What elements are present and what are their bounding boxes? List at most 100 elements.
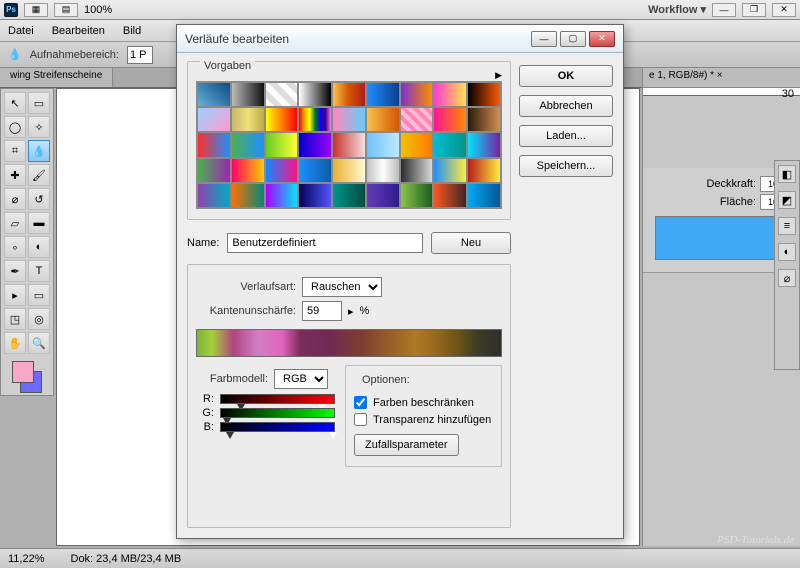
eyedropper-tool[interactable]: 💧: [28, 140, 50, 162]
gradient-preset[interactable]: [400, 158, 434, 183]
pen-tool[interactable]: ✒: [4, 260, 26, 282]
gradient-preset[interactable]: [433, 82, 467, 107]
gradient-preset[interactable]: [298, 183, 332, 208]
color-swatches[interactable]: [3, 361, 51, 393]
gradient-preset[interactable]: [400, 132, 434, 157]
r-slider[interactable]: [220, 394, 335, 404]
gradient-preset[interactable]: [400, 183, 434, 208]
g-slider[interactable]: [220, 408, 335, 418]
dodge-tool[interactable]: ◐: [28, 236, 50, 258]
gradient-preset[interactable]: [332, 82, 366, 107]
gradient-preset[interactable]: [298, 158, 332, 183]
restrict-colors-label[interactable]: Farben beschränken: [373, 397, 474, 409]
ok-button[interactable]: OK: [519, 65, 613, 87]
panel-icon[interactable]: ◐: [778, 243, 796, 261]
gradient-preset[interactable]: [197, 132, 231, 157]
gradient-preset[interactable]: [332, 158, 366, 183]
shape-tool[interactable]: ▭: [28, 284, 50, 306]
gradient-preset[interactable]: [231, 82, 265, 107]
gradient-preset[interactable]: [467, 82, 501, 107]
stamp-tool[interactable]: ⌀: [4, 188, 26, 210]
gradient-preset[interactable]: [231, 132, 265, 157]
gradient-preview[interactable]: [196, 329, 502, 357]
eraser-tool[interactable]: ▱: [4, 212, 26, 234]
color-model-select[interactable]: RGB: [274, 369, 328, 389]
add-transparency-checkbox[interactable]: [354, 413, 367, 426]
foreground-swatch[interactable]: [12, 361, 34, 383]
zoom-tool[interactable]: 🔍: [28, 332, 50, 354]
roughness-input[interactable]: [302, 301, 342, 321]
gradient-preset[interactable]: [265, 132, 299, 157]
heal-tool[interactable]: ✚: [4, 164, 26, 186]
gradient-preset[interactable]: [298, 107, 332, 132]
panel-icon[interactable]: ◩: [778, 191, 796, 209]
layer-thumbnail[interactable]: [655, 216, 788, 260]
gradient-preset[interactable]: [467, 107, 501, 132]
3d-tool[interactable]: ◳: [4, 308, 26, 330]
gradient-preset[interactable]: [366, 132, 400, 157]
hand-tool[interactable]: ✋: [4, 332, 26, 354]
move-tool[interactable]: ↖: [4, 92, 26, 114]
add-transparency-label[interactable]: Transparenz hinzufügen: [373, 414, 491, 426]
gradient-preset[interactable]: [366, 158, 400, 183]
gradient-preset[interactable]: [467, 183, 501, 208]
gradient-preset[interactable]: [265, 183, 299, 208]
sample-size-input[interactable]: [127, 46, 153, 64]
blur-tool[interactable]: ∘: [4, 236, 26, 258]
close-button[interactable]: ✕: [589, 31, 615, 47]
minimize-button[interactable]: —: [531, 31, 557, 47]
menu-bild[interactable]: Bild: [123, 25, 141, 37]
save-button[interactable]: Speichern...: [519, 155, 613, 177]
document-tab[interactable]: wing Streifenscheine: [0, 68, 113, 87]
gradient-preset[interactable]: [467, 132, 501, 157]
gradient-preset[interactable]: [197, 183, 231, 208]
menu-bearbeiten[interactable]: Bearbeiten: [52, 25, 105, 37]
gradient-preset[interactable]: [265, 107, 299, 132]
cancel-button[interactable]: Abbrechen: [519, 95, 613, 117]
path-select-tool[interactable]: ▸: [4, 284, 26, 306]
randomize-button[interactable]: Zufallsparameter: [354, 434, 459, 456]
gradient-preset[interactable]: [332, 132, 366, 157]
menu-datei[interactable]: Datei: [8, 25, 34, 37]
panel-icon[interactable]: ⌀: [778, 269, 796, 287]
new-button[interactable]: Neu: [431, 232, 511, 254]
type-tool[interactable]: T: [28, 260, 50, 282]
crop-tool[interactable]: ⌗: [4, 140, 26, 162]
gradient-preset[interactable]: [467, 158, 501, 183]
titlebar-button[interactable]: ▤: [54, 3, 78, 17]
gradient-type-select[interactable]: Rauschen: [302, 277, 382, 297]
gradient-preset[interactable]: [433, 158, 467, 183]
marquee-tool[interactable]: ▭: [28, 92, 50, 114]
gradient-preset[interactable]: [197, 82, 231, 107]
gradient-preset[interactable]: [433, 132, 467, 157]
restrict-colors-checkbox[interactable]: [354, 396, 367, 409]
restore-app-button[interactable]: ❐: [742, 3, 766, 17]
gradient-preset[interactable]: [298, 132, 332, 157]
preset-grid[interactable]: [196, 81, 502, 209]
gradient-preset[interactable]: [433, 107, 467, 132]
panel-icon[interactable]: ≡: [778, 217, 796, 235]
gradient-preset[interactable]: [298, 82, 332, 107]
gradient-preset[interactable]: [231, 183, 265, 208]
gradient-preset[interactable]: [366, 82, 400, 107]
gradient-preset[interactable]: [366, 107, 400, 132]
gradient-preset[interactable]: [197, 158, 231, 183]
dialog-titlebar[interactable]: Verläufe bearbeiten — ▢ ✕: [177, 25, 623, 53]
gradient-tool[interactable]: ▬: [28, 212, 50, 234]
gradient-preset[interactable]: [197, 107, 231, 132]
brush-tool[interactable]: 🖌: [28, 164, 50, 186]
panel-icon[interactable]: ◧: [778, 165, 796, 183]
wand-tool[interactable]: ✧: [28, 116, 50, 138]
gradient-preset[interactable]: [332, 183, 366, 208]
b-slider[interactable]: [220, 422, 335, 432]
lasso-tool[interactable]: ◯: [4, 116, 26, 138]
gradient-preset[interactable]: [231, 107, 265, 132]
camera-tool[interactable]: ◎: [28, 308, 50, 330]
gradient-preset[interactable]: [366, 183, 400, 208]
gradient-preset[interactable]: [433, 183, 467, 208]
titlebar-button[interactable]: ▦: [24, 3, 48, 17]
maximize-button[interactable]: ▢: [560, 31, 586, 47]
load-button[interactable]: Laden...: [519, 125, 613, 147]
gradient-preset[interactable]: [265, 82, 299, 107]
close-app-button[interactable]: ✕: [772, 3, 796, 17]
